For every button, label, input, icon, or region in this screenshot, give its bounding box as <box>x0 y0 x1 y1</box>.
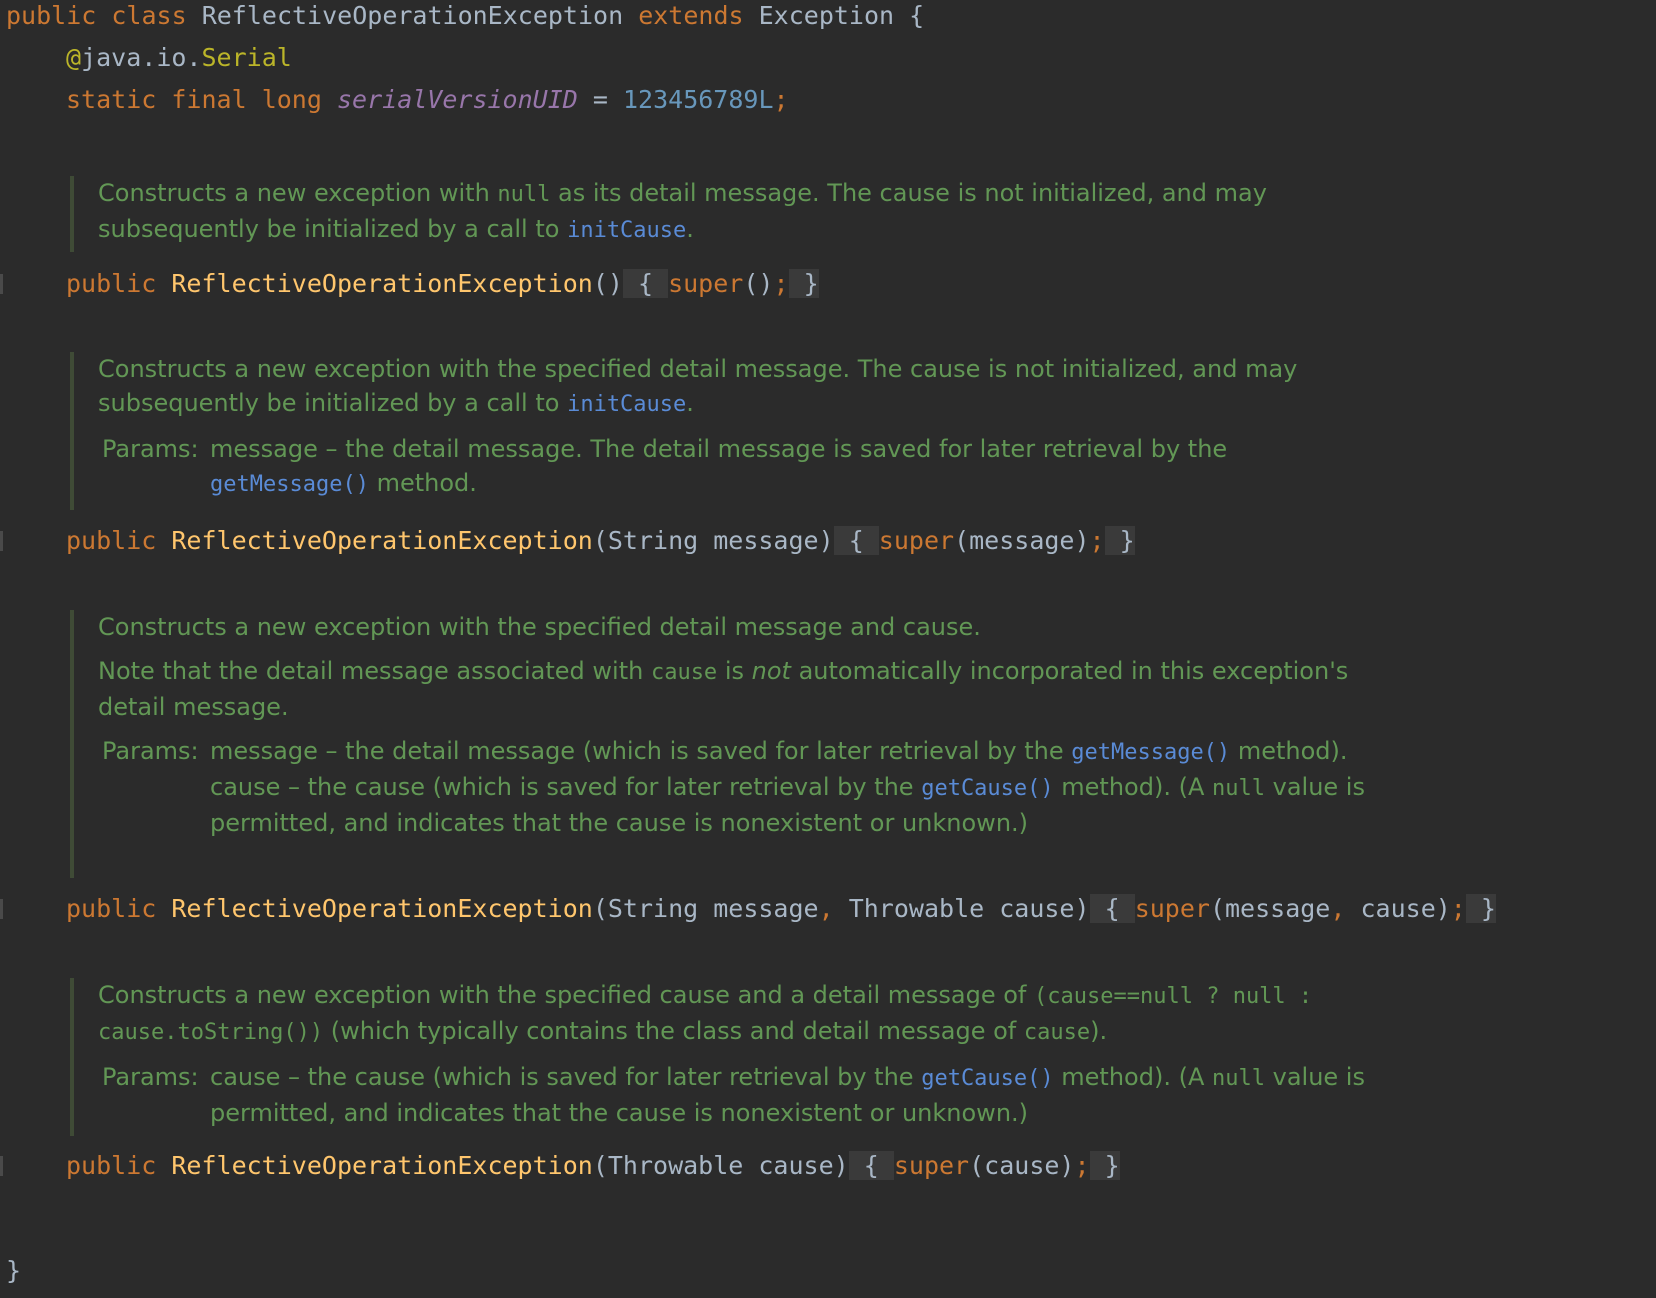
doc-link-initcause[interactable]: initCause <box>567 392 686 417</box>
doc-link-getcause[interactable]: getCause() <box>921 1066 1053 1091</box>
keyword-class: class <box>111 1 187 30</box>
doc-note: Note that the detail message associated … <box>98 657 1349 721</box>
doc-params: Params: message – the detail message. Th… <box>98 432 1370 502</box>
constructor-name: ReflectiveOperationException <box>171 526 593 555</box>
fold-open-brace[interactable]: { <box>1089 894 1135 923</box>
open-brace: { <box>909 1 925 30</box>
semicolon: ; <box>773 85 789 114</box>
doc-link-getmessage[interactable]: getMessage() <box>210 472 369 497</box>
annotation-package: java.io. <box>81 43 202 72</box>
comma: , <box>1330 894 1346 923</box>
param-message: message – the detail message (which is s… <box>210 737 1348 765</box>
doc-link-initcause[interactable]: initCause <box>567 218 686 243</box>
doc-description: Constructs a new exception with the spec… <box>98 613 981 641</box>
keyword-public: public <box>66 1151 157 1180</box>
doc-link-getcause[interactable]: getCause() <box>921 776 1053 801</box>
super-args-first: (message <box>1209 894 1331 923</box>
fold-open-brace[interactable]: { <box>833 526 879 555</box>
javadoc-block-1: Constructs a new exception with null as … <box>70 176 1370 252</box>
constructor-no-arg[interactable]: public ReflectiveOperationException() { … <box>66 268 819 300</box>
fold-close-brace[interactable]: } <box>1465 894 1496 923</box>
constructor-params: (Throwable cause) <box>592 1151 849 1180</box>
keyword-public: public <box>6 1 97 30</box>
keyword-long: long <box>261 85 322 114</box>
param-cause: cause – the cause (which is saved for la… <box>210 773 1365 837</box>
javadoc-block-4: Constructs a new exception with the spec… <box>70 978 1370 1136</box>
params-label: Params: <box>102 737 199 765</box>
params-label: Params: <box>102 1063 199 1091</box>
doc-link-getmessage[interactable]: getMessage() <box>1071 740 1230 765</box>
fold-gutter-marker[interactable] <box>0 899 3 919</box>
fold-close-brace[interactable]: } <box>1104 526 1135 555</box>
keyword-super: super <box>893 1151 970 1180</box>
super-args: () <box>743 269 774 298</box>
params-label: Params: <box>102 435 199 463</box>
constructor-message-cause[interactable]: public ReflectiveOperationException(Stri… <box>66 893 1496 925</box>
constructor-name: ReflectiveOperationException <box>171 894 593 923</box>
fold-gutter-marker[interactable] <box>0 1156 3 1176</box>
param-message: message – the detail message. The detail… <box>210 435 1228 497</box>
doc-description: Constructs a new exception with the spec… <box>98 355 1298 417</box>
semicolon: ; <box>1089 526 1105 555</box>
assign-operator: = <box>592 85 608 114</box>
field-value: 123456789L <box>623 85 774 114</box>
keyword-final: final <box>171 85 247 114</box>
annotation-name: Serial <box>201 43 292 72</box>
doc-params: Params: message – the detail message (wh… <box>98 734 1370 840</box>
fold-gutter-marker[interactable] <box>0 531 3 551</box>
keyword-public: public <box>66 526 157 555</box>
doc-params: Params: cause – the cause (which is save… <box>98 1060 1370 1130</box>
constructor-message[interactable]: public ReflectiveOperationException(Stri… <box>66 525 1135 557</box>
constructor-name: ReflectiveOperationException <box>171 1151 593 1180</box>
keyword-super: super <box>668 269 744 298</box>
constructor-params-first: (String message <box>592 894 819 923</box>
super-args-rest: cause) <box>1345 894 1451 923</box>
keyword-super: super <box>1134 894 1210 923</box>
keyword-super: super <box>878 526 955 555</box>
semicolon: ; <box>773 269 789 298</box>
fold-close-brace[interactable]: } <box>788 269 819 298</box>
class-declaration-line[interactable]: public class ReflectiveOperationExceptio… <box>6 0 924 32</box>
fold-open-brace[interactable]: { <box>622 269 669 298</box>
superclass-name: Exception <box>758 1 895 30</box>
constructor-name: ReflectiveOperationException <box>171 269 593 298</box>
annotation-at: @ <box>66 43 82 72</box>
javadoc-block-3: Constructs a new exception with the spec… <box>70 610 1370 878</box>
annotation-line[interactable]: @java.io.Serial <box>66 42 292 74</box>
keyword-extends: extends <box>638 1 744 30</box>
javadoc-block-2: Constructs a new exception with the spec… <box>70 352 1370 510</box>
doc-description: Constructs a new exception with null as … <box>98 179 1267 243</box>
field-declaration-line[interactable]: static final long serialVersionUID = 123… <box>66 84 789 116</box>
fold-open-brace[interactable]: { <box>848 1151 894 1180</box>
constructor-params: (String message) <box>592 526 834 555</box>
comma: , <box>818 894 834 923</box>
super-args: (cause) <box>969 1151 1075 1180</box>
fold-close-brace[interactable]: } <box>1089 1151 1120 1180</box>
class-name: ReflectiveOperationException <box>201 1 624 30</box>
field-name: serialVersionUID <box>336 85 578 114</box>
constructor-params-rest: Throwable cause) <box>833 894 1090 923</box>
doc-description: Constructs a new exception with the spec… <box>98 981 1313 1045</box>
semicolon: ; <box>1074 1151 1090 1180</box>
constructor-params: () <box>592 269 623 298</box>
super-args: (message) <box>954 526 1090 555</box>
fold-gutter-marker[interactable] <box>0 274 3 294</box>
param-cause: cause – the cause (which is saved for la… <box>210 1063 1365 1127</box>
keyword-public: public <box>66 894 157 923</box>
keyword-static: static <box>66 85 157 114</box>
semicolon: ; <box>1450 894 1466 923</box>
class-closing-brace[interactable]: } <box>6 1255 21 1287</box>
constructor-cause[interactable]: public ReflectiveOperationException(Thro… <box>66 1150 1120 1182</box>
keyword-public: public <box>66 269 157 298</box>
